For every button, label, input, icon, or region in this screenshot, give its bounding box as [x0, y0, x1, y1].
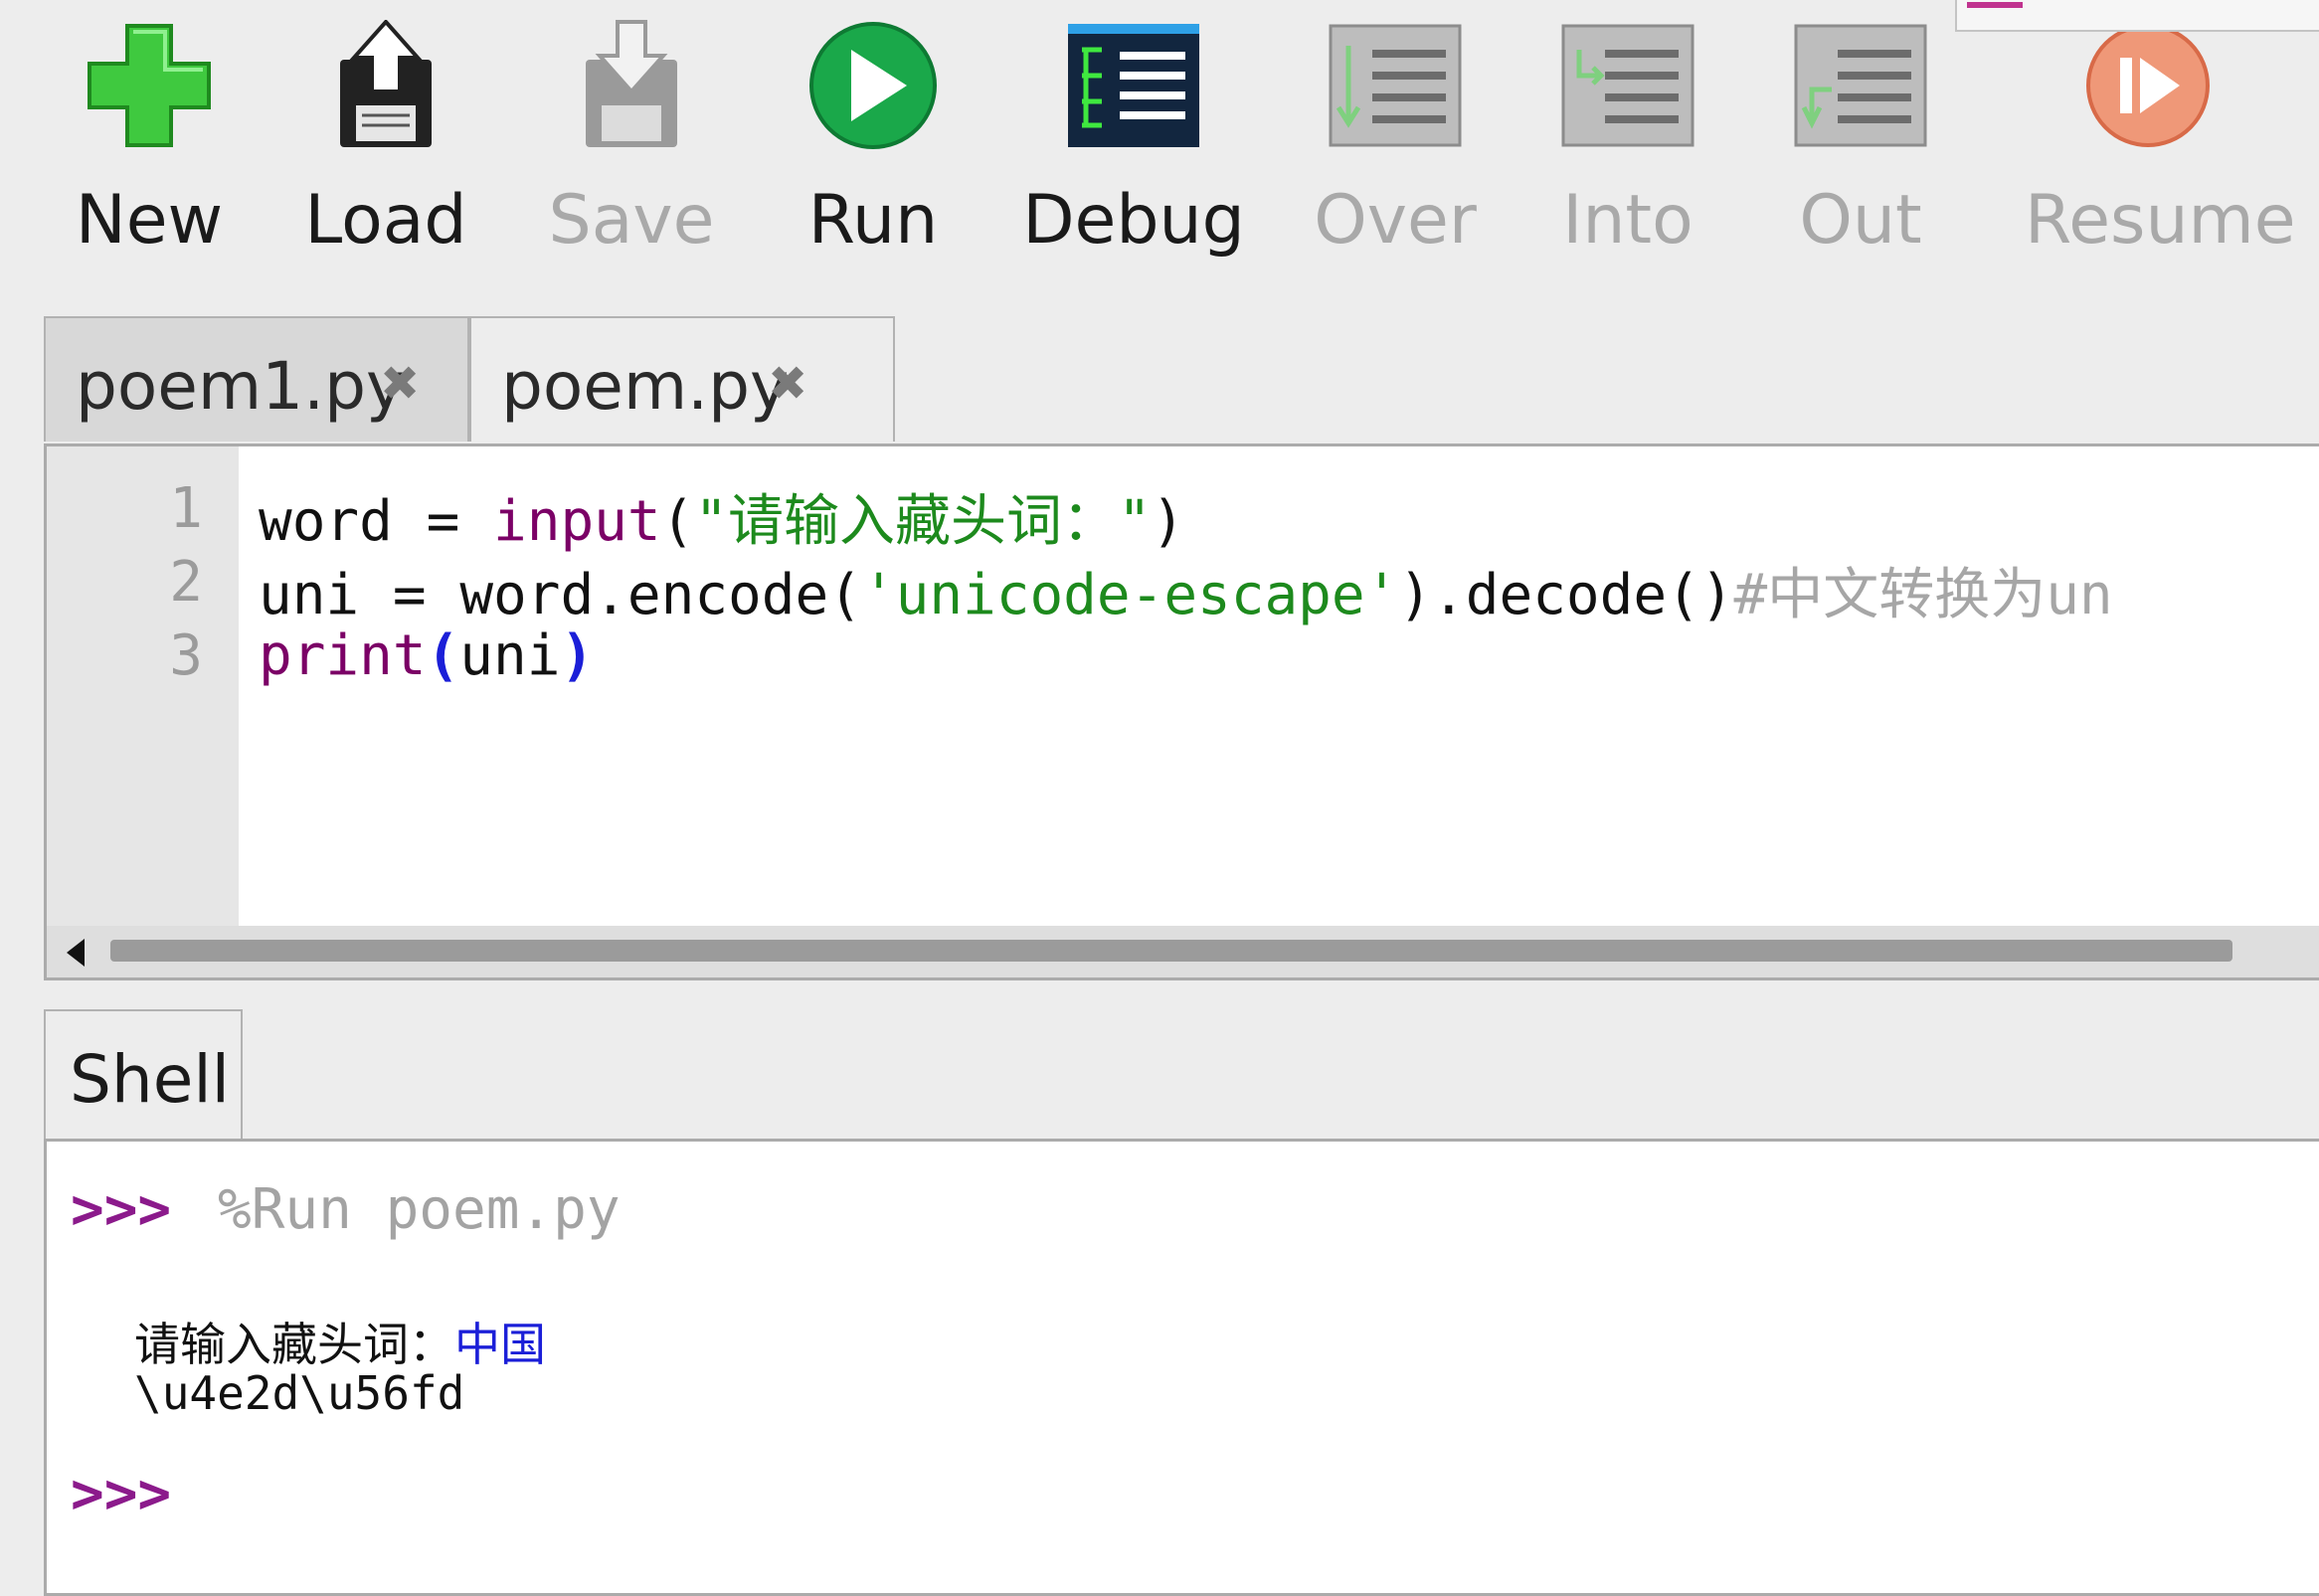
toolbar: New Load Save Run Debug Over Into Out Re…	[0, 0, 2319, 288]
code-token: input	[493, 489, 661, 554]
scrollbar-thumb[interactable]	[110, 940, 2232, 962]
new-button-label: New	[75, 181, 224, 260]
code-token: (	[426, 623, 460, 688]
save-button-label: Save	[548, 181, 715, 260]
line-number: 2	[169, 550, 203, 615]
load-button-label: Load	[304, 181, 467, 260]
code-token: 'unicode-escape'	[861, 563, 1399, 627]
step-out-button[interactable]: Out	[1794, 20, 1927, 260]
step-out-button-label: Out	[1799, 181, 1922, 260]
shell-input-line: 请输入藏头词：中国	[134, 1309, 546, 1374]
code-token: "请输入藏头词："	[694, 489, 1152, 554]
code-token: uni	[459, 623, 561, 688]
tab-shell[interactable]: Shell	[44, 1009, 243, 1139]
code-token: =	[359, 563, 460, 627]
step-into-icon	[1561, 24, 1695, 147]
debug-button[interactable]: Debug	[1022, 20, 1245, 260]
new-file-plus-icon	[88, 24, 211, 147]
line-number: 3	[169, 623, 203, 688]
code-line-1: word = input("请输入藏头词：")	[259, 476, 1184, 557]
line-number-gutter: 1 2 3	[47, 446, 239, 928]
code-token: word	[259, 489, 393, 554]
run-button[interactable]: Run	[807, 20, 939, 260]
code-token: )	[1151, 489, 1185, 554]
code-editor[interactable]: 1 2 3 word = input("请输入藏头词：") uni = word…	[44, 443, 2319, 980]
run-button-label: Run	[807, 181, 939, 260]
tab-label: poem.py	[501, 348, 790, 425]
resume-icon	[2086, 24, 2210, 147]
code-token: )	[560, 623, 595, 688]
shell-output-line: \u4e2d\u56fd	[134, 1366, 465, 1420]
shell-tab-label: Shell	[70, 1041, 231, 1118]
tab-poem1-py[interactable]: poem1.py ✖	[44, 316, 469, 442]
code-token: ).decode()	[1398, 563, 1734, 627]
step-over-button[interactable]: Over	[1314, 20, 1477, 260]
step-out-icon	[1794, 24, 1927, 147]
scroll-left-arrow-icon[interactable]	[67, 939, 85, 967]
step-over-icon	[1329, 24, 1462, 147]
load-button[interactable]: Load	[304, 20, 467, 260]
resume-button-label: Resume	[2025, 181, 2296, 260]
line-number: 1	[169, 476, 203, 541]
resume-button[interactable]: Resume	[2025, 20, 2296, 260]
editor-tab-bar: poem1.py ✖ poem.py ✖	[44, 316, 2319, 443]
close-tab-icon[interactable]: ✖	[380, 356, 420, 412]
tab-label: poem1.py	[76, 348, 406, 425]
code-token: (	[660, 489, 695, 554]
code-comment: #中文转换为un	[1733, 563, 2113, 627]
input-prompt-text: 请输入藏头词：	[134, 1318, 454, 1371]
load-floppy-icon	[340, 20, 432, 147]
debug-button-label: Debug	[1022, 181, 1245, 260]
code-token: print	[259, 623, 427, 688]
step-into-button[interactable]: Into	[1561, 20, 1695, 260]
run-play-icon	[809, 22, 937, 149]
code-line-2: uni = word.encode('unicode-escape').deco…	[259, 550, 2113, 630]
shell-prompt: >>>	[71, 1462, 172, 1526]
step-into-button-label: Into	[1562, 181, 1694, 260]
shell-prompt: >>>	[71, 1177, 172, 1242]
code-token: word.encode(	[459, 563, 862, 627]
save-floppy-icon	[586, 20, 677, 147]
partial-window-edge	[1955, 0, 2319, 32]
tab-poem-py[interactable]: poem.py ✖	[469, 316, 895, 442]
code-token: =	[392, 489, 494, 554]
save-button[interactable]: Save	[549, 20, 714, 260]
horizontal-scrollbar[interactable]	[47, 926, 2319, 977]
close-tab-icon[interactable]: ✖	[768, 356, 807, 412]
code-token: uni	[259, 563, 360, 627]
step-over-button-label: Over	[1314, 181, 1477, 260]
debug-icon	[1068, 24, 1199, 147]
code-line-3: print(uni)	[259, 623, 594, 688]
shell-console[interactable]: >>> %Run poem.py 请输入藏头词：中国 \u4e2d\u56fd …	[44, 1139, 2319, 1596]
user-input-value: 中国	[454, 1318, 546, 1371]
shell-command: %Run poem.py	[218, 1177, 621, 1242]
new-button[interactable]: New	[76, 20, 223, 260]
